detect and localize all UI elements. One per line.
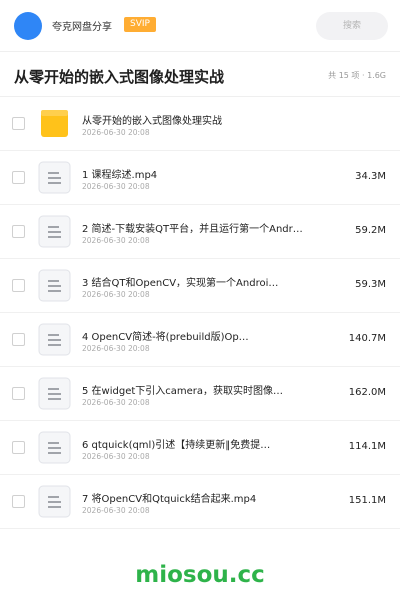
folder-summary: 共 15 项 · 1.6G (328, 71, 386, 80)
file-date: 2026-06-30 20:08 (82, 506, 150, 515)
checkbox[interactable] (12, 279, 25, 292)
file-size: 59.3M (355, 279, 386, 290)
file-size: 151.1M (348, 495, 386, 506)
file-icon (38, 431, 71, 464)
checkbox[interactable] (12, 387, 25, 400)
username[interactable]: 夸克网盘分享 (52, 18, 112, 33)
page-title: 从零开始的嵌入式图像处理实战 (14, 68, 225, 86)
file-date: 2026-06-30 20:08 (82, 182, 150, 191)
file-size: 140.7M (348, 333, 386, 344)
checkbox[interactable] (12, 171, 25, 184)
vip-badge: SVIP (124, 17, 156, 32)
checkbox[interactable] (12, 117, 25, 130)
file-name: 4 OpenCV简述-将(prebuild版)Op… (82, 332, 249, 343)
file-name: 1 课程综述.mp4 (82, 170, 158, 181)
file-icon (38, 215, 71, 248)
file-size: 162.0M (348, 387, 386, 398)
checkbox[interactable] (12, 441, 25, 454)
watermark: miosou.cc (135, 562, 265, 588)
file-icon (38, 161, 71, 194)
file-name: 5 在widget下引入camera，获取实时图像… (82, 386, 284, 397)
file-icon (38, 377, 71, 410)
top-bar: 夸克网盘分享 SVIP 搜索 (0, 0, 400, 52)
list-item[interactable]: 7 将OpenCV和Qtquick结合起来.mp4 2026-06-30 20:… (0, 475, 400, 529)
list-item[interactable]: 5 在widget下引入camera，获取实时图像… 2026-06-30 20… (0, 367, 400, 421)
folder-header: 从零开始的嵌入式图像处理实战 共 15 项 · 1.6G (0, 52, 400, 97)
file-size: 59.2M (355, 225, 386, 236)
file-date: 2026-06-30 20:08 (82, 452, 150, 461)
search-input[interactable]: 搜索 (316, 12, 388, 40)
list-item[interactable]: 从零开始的嵌入式图像处理实战 2026-06-30 20:08 (0, 97, 400, 151)
file-name: 3 结合QT和OpenCV，实现第一个Androi… (82, 278, 279, 289)
list-item[interactable]: 6 qtquick(qml)引述【持续更新‖免费提… 2026-06-30 20… (0, 421, 400, 475)
file-name: 6 qtquick(qml)引述【持续更新‖免费提… (82, 440, 271, 451)
file-size: 114.1M (348, 441, 386, 452)
list-item[interactable]: 3 结合QT和OpenCV，实现第一个Androi… 2026-06-30 20… (0, 259, 400, 313)
file-name: 7 将OpenCV和Qtquick结合起来.mp4 (82, 494, 257, 505)
file-date: 2026-06-30 20:08 (82, 236, 150, 245)
list-item[interactable]: 1 课程综述.mp4 2026-06-30 20:08 34.3M (0, 151, 400, 205)
file-date: 2026-06-30 20:08 (82, 398, 150, 407)
file-icon (38, 323, 71, 356)
file-date: 2026-06-30 20:08 (82, 344, 150, 353)
file-size: 34.3M (355, 171, 386, 182)
checkbox[interactable] (12, 333, 25, 346)
list-item[interactable]: 4 OpenCV简述-将(prebuild版)Op… 2026-06-30 20… (0, 313, 400, 367)
file-name: 2 简述-下载安装QT平台，并且运行第一个Andr… (82, 224, 303, 235)
file-icon (38, 485, 71, 518)
file-date: 2026-06-30 20:08 (82, 128, 150, 137)
list-item[interactable]: 2 简述-下载安装QT平台，并且运行第一个Andr… 2026-06-30 20… (0, 205, 400, 259)
checkbox[interactable] (12, 225, 25, 238)
file-icon (38, 269, 71, 302)
avatar[interactable] (14, 12, 42, 40)
file-date: 2026-06-30 20:08 (82, 290, 150, 299)
checkbox[interactable] (12, 495, 25, 508)
folder-icon (38, 107, 71, 140)
file-list: 从零开始的嵌入式图像处理实战 2026-06-30 20:08 1 课程综述.m… (0, 97, 400, 529)
file-name: 从零开始的嵌入式图像处理实战 (82, 116, 222, 127)
